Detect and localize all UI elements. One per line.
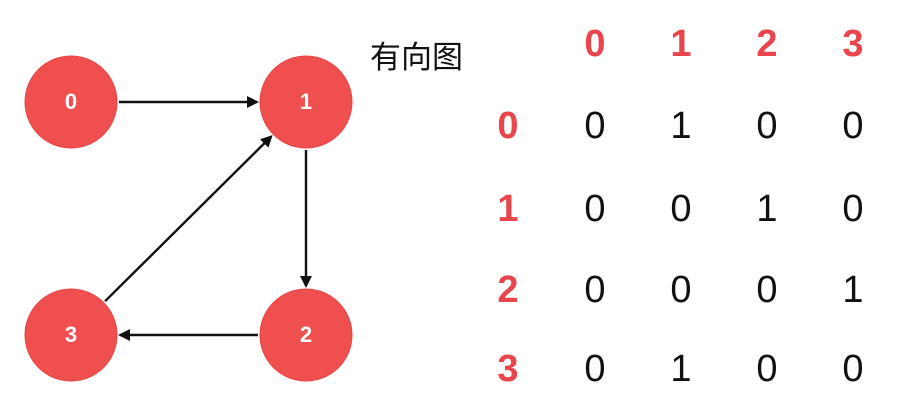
node-2-label: 2 (300, 322, 312, 347)
directed-graph-adjacency-figure: 0 1 2 3 有向图 0 1 2 3 0 1 2 3 0 1 0 0 0 0 1 0 0 0 0 1 0 1 0 0 (0, 0, 898, 412)
node-3-label: 3 (65, 322, 77, 347)
row-header-3: 3 (497, 348, 518, 390)
matrix-cell-1-1: 0 (670, 188, 691, 230)
row-header-0: 0 (497, 105, 518, 147)
matrix-cell-0-3: 0 (842, 105, 863, 147)
figure-canvas: 0 1 2 3 有向图 0 1 2 3 0 1 2 3 0 1 0 0 0 0 1 0 0 0 0 1 0 1 0 0 (24, 23, 864, 390)
matrix-cell-3-1: 1 (670, 348, 691, 390)
matrix-cell-1-0: 0 (584, 188, 605, 230)
matrix-cell-0-1: 1 (670, 105, 691, 147)
matrix-cell-3-3: 0 (842, 348, 863, 390)
node-2: 2 (259, 288, 353, 382)
column-header-2: 2 (756, 23, 777, 65)
node-1-label: 1 (300, 89, 312, 114)
node-1: 1 (259, 55, 353, 149)
matrix-cell-2-3: 1 (842, 269, 863, 311)
adjacency-matrix: 0 1 2 3 0 1 2 3 0 1 0 0 0 0 1 0 0 0 0 1 0 1 0 0 (497, 23, 863, 390)
matrix-cell-3-2: 0 (756, 348, 777, 390)
matrix-cell-3-0: 0 (584, 348, 605, 390)
matrix-cell-0-0: 0 (584, 105, 605, 147)
matrix-cell-1-2: 1 (756, 188, 777, 230)
edge-3-to-1 (104, 135, 273, 303)
node-0: 0 (24, 55, 118, 149)
matrix-cell-0-2: 0 (756, 105, 777, 147)
row-header-1: 1 (497, 188, 518, 230)
matrix-cell-2-2: 0 (756, 269, 777, 311)
matrix-cell-2-0: 0 (584, 269, 605, 311)
column-header-3: 3 (842, 23, 863, 65)
node-3: 3 (24, 288, 118, 382)
column-header-0: 0 (584, 23, 605, 65)
column-header-1: 1 (670, 23, 691, 65)
matrix-cell-2-1: 0 (670, 269, 691, 311)
node-0-label: 0 (65, 89, 77, 114)
row-header-2: 2 (497, 269, 518, 311)
matrix-cell-1-3: 0 (842, 188, 863, 230)
graph-title: 有向图 (370, 40, 463, 76)
